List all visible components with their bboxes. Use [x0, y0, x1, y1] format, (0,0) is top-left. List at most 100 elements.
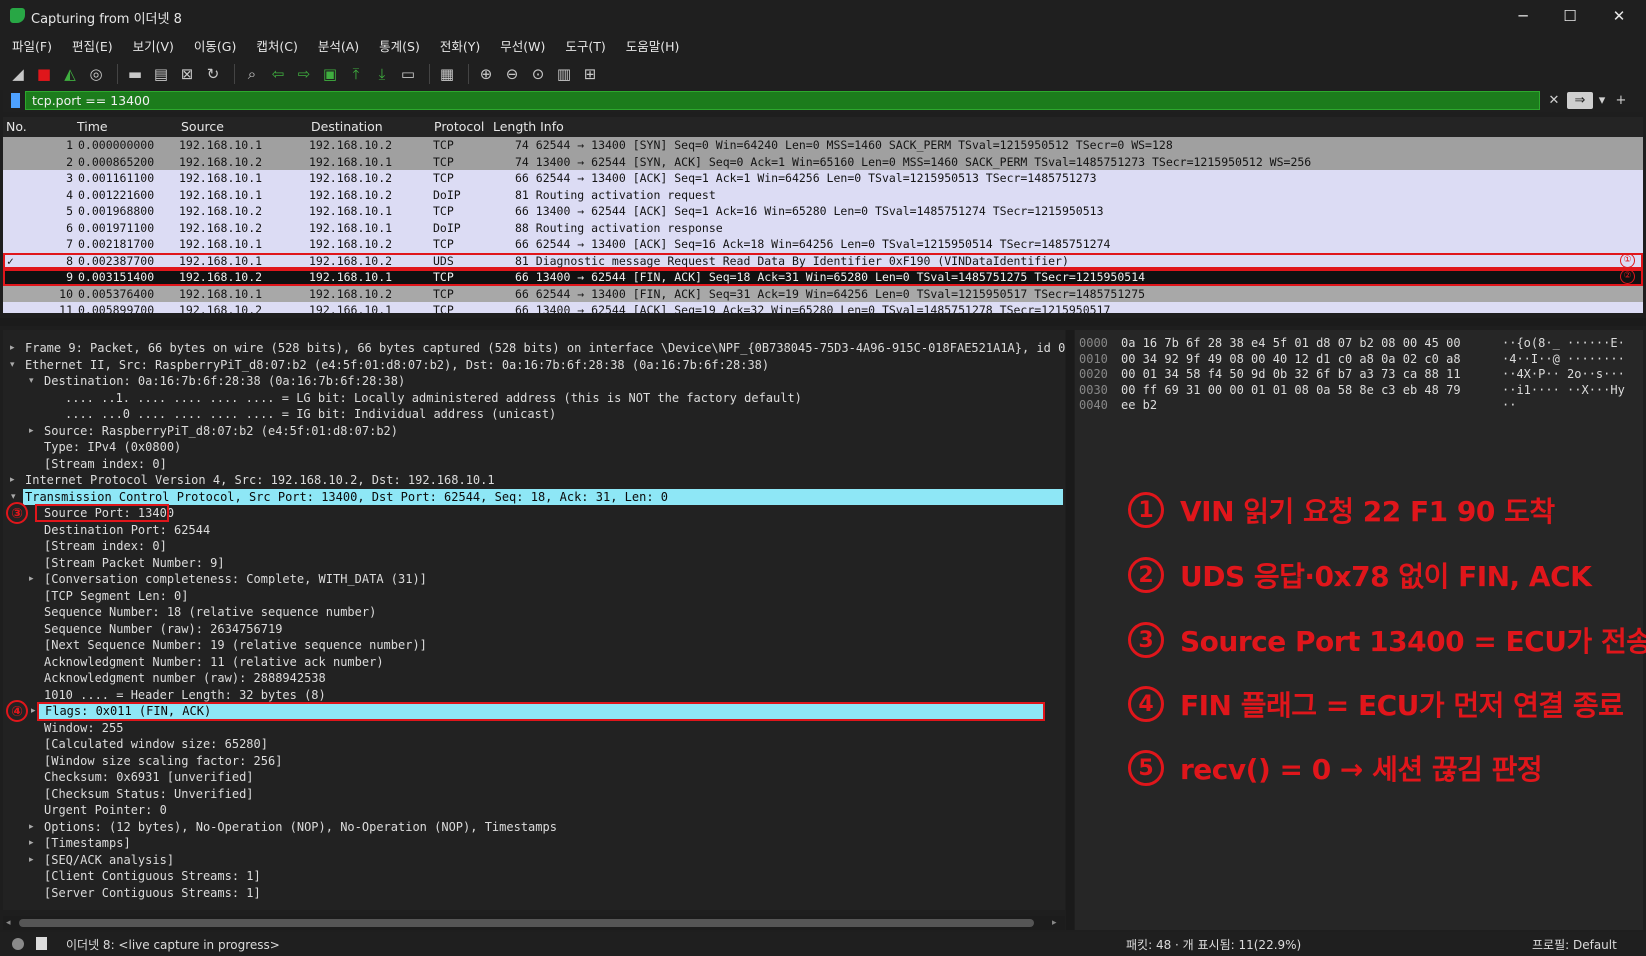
detail-line[interactable]: [Stream index: 0]: [44, 456, 167, 473]
tree-collapse-icon[interactable]: ▾: [29, 376, 34, 386]
detail-line[interactable]: Transmission Control Protocol, Src Port:…: [23, 488, 1063, 505]
clear-filter-icon[interactable]: ✕: [1546, 92, 1562, 109]
detail-line[interactable]: Options: (12 bytes), No-Operation (NOP),…: [44, 819, 557, 836]
menu-wireless[interactable]: 무선(W): [488, 36, 553, 55]
layout-icon[interactable]: ⊞: [579, 63, 601, 85]
packet-row[interactable]: 6 0.001971100 192.168.10.2 192.168.10.1 DoIP…: [3, 219, 1643, 236]
details-scrollbar[interactable]: ◂ ▸: [3, 916, 1065, 930]
detail-line[interactable]: [Conversation completeness: Complete, WI…: [44, 571, 427, 588]
find-icon[interactable]: ⌕: [241, 63, 263, 85]
menu-help[interactable]: 도움말(H): [614, 36, 688, 55]
packet-row[interactable]: 10 0.005376400 192.168.10.1 192.168.10.2 TCP…: [3, 285, 1643, 302]
pane-splitter[interactable]: [0, 318, 1646, 326]
save-icon[interactable]: ▤: [150, 63, 172, 85]
byte-ascii[interactable]: ··4X·P·· 2o··s···: [1502, 367, 1625, 383]
tree-expand-icon[interactable]: ▸: [31, 706, 36, 716]
byte-hex[interactable]: ee b2: [1121, 398, 1157, 414]
add-filter-button-icon[interactable]: +: [1613, 92, 1629, 109]
detail-line[interactable]: Frame 9: Packet, 66 bytes on wire (528 b…: [25, 340, 1065, 357]
close-button[interactable]: ✕: [1596, 0, 1642, 32]
tree-expand-icon[interactable]: ▸: [29, 838, 34, 848]
detail-line[interactable]: [Timestamps]: [44, 835, 131, 852]
detail-line[interactable]: Window: 255: [44, 720, 123, 737]
detail-line[interactable]: 1010 .... = Header Length: 32 bytes (8): [44, 687, 326, 704]
column-protocol[interactable]: Protocol: [434, 119, 484, 134]
display-filter-input[interactable]: tcp.port == 13400: [25, 91, 1540, 110]
menu-analyze[interactable]: 분석(A): [306, 36, 367, 55]
tree-expand-icon[interactable]: ▸: [29, 426, 34, 436]
byte-hex[interactable]: 00 ff 69 31 00 00 01 01 08 0a 58 8e c3 e…: [1121, 383, 1461, 399]
tree-collapse-icon[interactable]: ▾: [11, 492, 16, 502]
detail-line[interactable]: .... ..1. .... .... .... .... = LG bit: …: [65, 390, 802, 407]
menu-go[interactable]: 이동(G): [182, 36, 244, 55]
profile-label[interactable]: 프로필: Default: [1532, 936, 1617, 953]
scrollbar-thumb[interactable]: [19, 919, 1034, 927]
packet-row-uds-request[interactable]: ✓ 8 0.002387700 192.168.10.1 192.168.10.2 UD…: [3, 252, 1643, 269]
detail-line[interactable]: Acknowledgment Number: 11 (relative ack …: [44, 654, 384, 671]
detail-line[interactable]: Type: IPv4 (0x0800): [44, 439, 181, 456]
menu-capture[interactable]: 캡처(C): [244, 36, 305, 55]
column-time[interactable]: Time: [77, 119, 108, 134]
byte-hex[interactable]: 0a 16 7b 6f 28 38 e4 5f 01 d8 07 b2 08 0…: [1121, 336, 1461, 352]
column-no[interactable]: No.: [6, 119, 27, 134]
detail-line[interactable]: .... ...0 .... .... .... .... = IG bit: …: [65, 406, 556, 423]
resize-columns-icon[interactable]: ▥: [553, 63, 575, 85]
tree-expand-icon[interactable]: ▸: [29, 574, 34, 584]
detail-line[interactable]: Destination: 0a:16:7b:6f:28:38 (0a:16:7b…: [44, 373, 405, 390]
maximize-button[interactable]: ☐: [1547, 0, 1593, 32]
menu-file[interactable]: 파일(F): [0, 36, 60, 55]
detail-line[interactable]: Internet Protocol Version 4, Src: 192.16…: [25, 472, 495, 489]
detail-line[interactable]: Ethernet II, Src: RaspberryPiT_d8:07:b2 …: [25, 357, 769, 374]
detail-line[interactable]: [Stream index: 0]: [44, 538, 167, 555]
byte-hex[interactable]: 00 34 92 9f 49 08 00 40 12 d1 c0 a8 0a 0…: [1121, 352, 1461, 368]
column-destination[interactable]: Destination: [311, 119, 383, 134]
tree-expand-icon[interactable]: ▸: [29, 855, 34, 865]
byte-hex[interactable]: 00 01 34 58 f4 50 9d 0b 32 6f b7 a3 73 c…: [1121, 367, 1461, 383]
packet-row[interactable]: 11 0.005899700 192.168.10.2 192.166.10.1 TCP…: [3, 302, 1643, 313]
goto-icon[interactable]: ▣: [319, 63, 341, 85]
packet-row-selected[interactable]: 9 0.003151400 192.168.10.2 192.168.10.1 TCP 6…: [3, 269, 1643, 286]
tree-expand-icon[interactable]: ▸: [29, 822, 34, 832]
first-icon[interactable]: ⤒: [345, 63, 367, 85]
zoom-out-icon[interactable]: ⊖: [501, 63, 523, 85]
autoscroll-icon[interactable]: ▭: [397, 63, 419, 85]
options-icon[interactable]: ◎: [85, 63, 107, 85]
packet-row[interactable]: 2 0.000865200 192.168.10.2 192.168.10.1 TCP 7…: [3, 153, 1643, 170]
detail-line[interactable]: Source: RaspberryPiT_d8:07:b2 (e4:5f:01:…: [44, 423, 398, 440]
menu-view[interactable]: 보기(V): [121, 36, 182, 55]
packet-row[interactable]: 4 0.001221600 192.168.10.1 192.168.10.2 DoIP…: [3, 186, 1643, 203]
menu-edit[interactable]: 편집(E): [60, 36, 121, 55]
detail-line[interactable]: Urgent Pointer: 0: [44, 802, 167, 819]
colorize-icon[interactable]: ▦: [436, 63, 458, 85]
packet-row[interactable]: 7 0.002181700 192.168.10.1 192.168.10.2 TCP 6…: [3, 236, 1643, 253]
bookmark-icon[interactable]: [11, 93, 20, 108]
restart-icon[interactable]: ◭: [59, 63, 81, 85]
detail-line[interactable]: [Next Sequence Number: 19 (relative sequ…: [44, 637, 427, 654]
tree-expand-icon[interactable]: ▸: [10, 343, 15, 353]
menu-statistics[interactable]: 통계(S): [367, 36, 428, 55]
packet-row[interactable]: 1 0.000000000 192.168.10.1 192.168.10.2 TCP 7…: [3, 137, 1643, 154]
packet-row[interactable]: 5 0.001968800 192.168.10.2 192.168.10.1 TCP 6…: [3, 203, 1643, 220]
tree-expand-icon[interactable]: ▸: [10, 475, 15, 485]
expert-info-icon[interactable]: [12, 938, 24, 950]
pane-splitter-vertical[interactable]: [1066, 330, 1074, 930]
detail-line[interactable]: [TCP Segment Len: 0]: [44, 588, 189, 605]
forward-icon[interactable]: ⇨: [293, 63, 315, 85]
tree-collapse-icon[interactable]: ▾: [10, 360, 15, 370]
detail-line[interactable]: [Calculated window size: 65280]: [44, 736, 268, 753]
stop-icon[interactable]: ■: [33, 63, 55, 85]
minimize-button[interactable]: ─: [1500, 0, 1546, 32]
detail-line[interactable]: [Stream Packet Number: 9]: [44, 555, 225, 572]
zoom-in-icon[interactable]: ⊕: [475, 63, 497, 85]
scroll-right-icon[interactable]: ▸: [1052, 918, 1057, 928]
detail-line[interactable]: [Client Contiguous Streams: 1]: [44, 868, 261, 885]
detail-line[interactable]: [Window size scaling factor: 256]: [44, 753, 282, 770]
zoom-reset-icon[interactable]: ⊙: [527, 63, 549, 85]
detail-line[interactable]: Sequence Number (raw): 2634756719: [44, 621, 282, 638]
byte-ascii[interactable]: ·4··I··@ ········: [1502, 352, 1625, 368]
filter-dropdown-icon[interactable]: ▾: [1596, 92, 1608, 109]
reload-icon[interactable]: ↻: [202, 63, 224, 85]
detail-line[interactable]: [Server Contiguous Streams: 1]: [44, 885, 261, 902]
detail-line[interactable]: Sequence Number: 18 (relative sequence n…: [44, 604, 376, 621]
packet-row[interactable]: 3 0.001161100 192.168.10.1 192.168.10.2 TCP 6…: [3, 170, 1643, 187]
